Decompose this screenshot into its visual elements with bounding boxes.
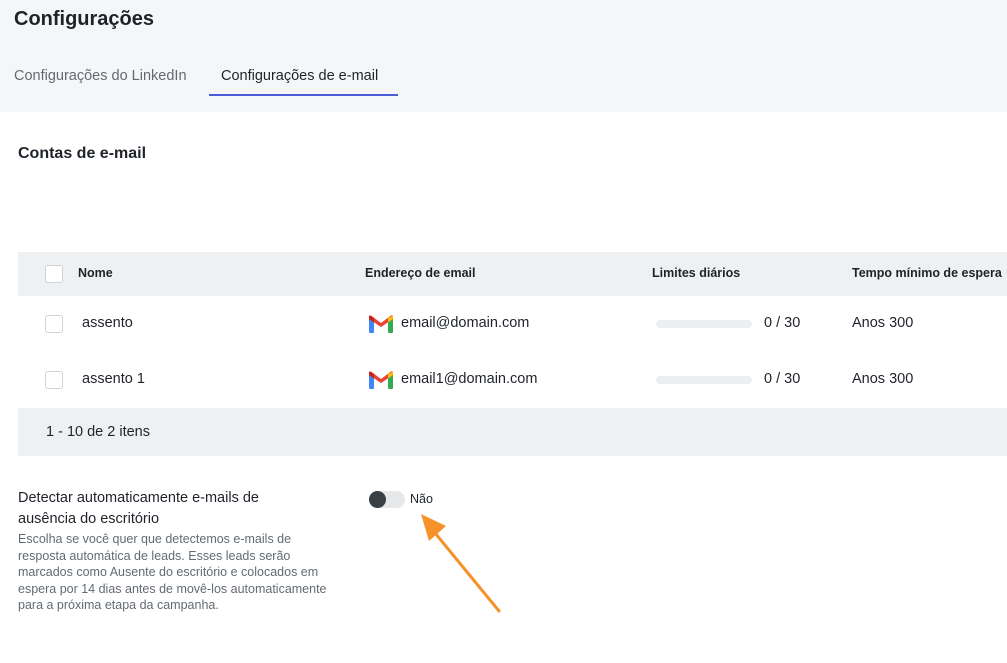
account-name: assento 1 <box>82 371 145 387</box>
pagination-summary: 1 - 10 de 2 itens <box>46 424 150 440</box>
min-wait-value: Anos 300 <box>852 315 914 331</box>
column-header-min-wait: Tempo mínimo de espera <box>852 266 1002 280</box>
table-row[interactable]: assento 1 email1@domain.com 0 / 30 Anos … <box>18 352 1007 408</box>
column-header-daily-limits: Limites diários <box>652 266 741 280</box>
daily-limit-progress-bar <box>656 376 752 384</box>
column-header-email: Endereço de email <box>365 266 476 280</box>
gmail-icon <box>369 371 393 389</box>
page-title: Configurações <box>14 8 155 30</box>
table-row[interactable]: assento email@domain.com 0 / 30 Anos 300 <box>18 296 1007 352</box>
settings-header: Configurações Configurações do LinkedIn … <box>0 0 1007 112</box>
min-wait-value: Anos 300 <box>852 371 914 387</box>
row-checkbox[interactable] <box>45 371 63 389</box>
tab-linkedin-settings[interactable]: Configurações do LinkedIn <box>14 66 187 96</box>
column-header-name: Nome <box>78 266 113 280</box>
account-name: assento <box>82 315 133 331</box>
table-header: Nome Endereço de email Limites diários T… <box>18 252 1007 296</box>
ooo-detection-toggle[interactable] <box>369 491 405 508</box>
account-email: email@domain.com <box>401 315 530 331</box>
tab-email-settings[interactable]: Configurações de e-mail <box>209 66 398 96</box>
daily-limit-count: 0 / 30 <box>764 371 801 387</box>
table-pagination: 1 - 10 de 2 itens <box>18 408 1007 456</box>
annotation-arrow-icon <box>421 514 501 613</box>
daily-limit-count: 0 / 30 <box>764 315 801 331</box>
account-email: email1@domain.com <box>401 371 538 387</box>
ooo-toggle-state-label: Não <box>410 492 433 506</box>
row-checkbox[interactable] <box>45 315 63 333</box>
tab-email-settings-label: Configurações de e-mail <box>221 68 379 84</box>
daily-limit-progress-bar <box>656 320 752 328</box>
ooo-detection-description: Escolha se você quer que detectemos e-ma… <box>18 532 327 612</box>
section-title-email-accounts: Contas de e-mail <box>18 145 147 162</box>
ooo-detection-title: Detectar automaticamente e-mails de ausê… <box>18 490 259 527</box>
email-accounts-table: Nome Endereço de email Limites diários T… <box>18 252 1007 456</box>
toggle-knob <box>369 491 386 508</box>
select-all-checkbox[interactable] <box>45 265 63 283</box>
active-tab-indicator <box>209 94 398 96</box>
gmail-icon <box>369 315 393 333</box>
